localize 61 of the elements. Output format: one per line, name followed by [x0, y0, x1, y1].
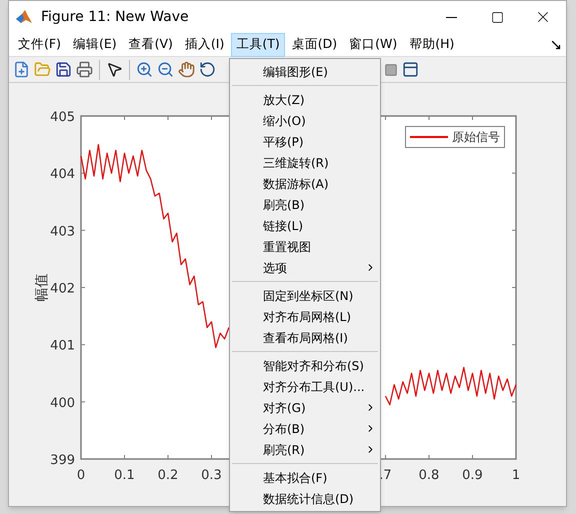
- menu-item[interactable]: 数据游标(A): [230, 173, 380, 194]
- x-tick-label: 0.8: [418, 468, 440, 483]
- menu-bar-item[interactable]: 插入(I): [180, 32, 230, 56]
- y-tick-label: 403: [50, 224, 75, 240]
- undock-icon[interactable]: [550, 38, 562, 50]
- menu-item[interactable]: 对齐分布工具(U)...: [230, 376, 380, 397]
- y-tick-label: 399: [50, 453, 75, 468]
- menu-bar-item[interactable]: 工具(T): [231, 32, 285, 56]
- x-tick-label: 0.2: [158, 468, 178, 483]
- y-tick-label: 404: [50, 167, 75, 182]
- menu-bar-item[interactable]: 窗口(W): [344, 32, 402, 56]
- menu-bar-item[interactable]: 编辑(E): [68, 32, 122, 56]
- menu-item[interactable]: 三维旋转(R): [230, 152, 380, 173]
- square-icon[interactable]: [384, 62, 398, 76]
- menu-item[interactable]: 智能对齐和分布(S): [230, 355, 380, 376]
- new-file-icon[interactable]: [13, 61, 30, 78]
- menu-item[interactable]: 分布(B): [230, 418, 380, 439]
- rotate-icon[interactable]: [199, 61, 216, 78]
- y-tick-label: 401: [50, 338, 75, 354]
- legend-line-icon: [410, 135, 448, 139]
- x-tick-label: .7: [379, 468, 392, 483]
- hand-icon[interactable]: [178, 61, 195, 78]
- y-tick-label: 405: [50, 110, 75, 125]
- menu-item[interactable]: 对齐布局网格(L): [230, 306, 380, 327]
- x-tick-label: 0.9: [462, 468, 483, 483]
- menu-item[interactable]: 数据统计信息(D): [230, 488, 380, 509]
- y-tick-label: 402: [50, 282, 75, 296]
- menu-item[interactable]: 平移(P): [230, 131, 380, 152]
- menu-bar-item[interactable]: 文件(F): [13, 32, 66, 56]
- menu-item[interactable]: 刷亮(R): [230, 439, 380, 460]
- menu-item[interactable]: 查看布局网格(I): [230, 327, 380, 348]
- dock-icon[interactable]: [402, 61, 419, 78]
- pointer-icon[interactable]: [106, 61, 123, 78]
- menu-bar-item[interactable]: 查看(V): [124, 32, 178, 56]
- menu-item[interactable]: 链接(L): [230, 215, 380, 236]
- menu-item[interactable]: 重置视图: [230, 236, 380, 257]
- x-tick-label: 1: [512, 468, 520, 483]
- menu-item[interactable]: 选项: [230, 257, 380, 278]
- x-tick-label: 0.3: [201, 468, 222, 483]
- y-tick-label: 400: [50, 396, 75, 411]
- app-logo-icon: [15, 8, 33, 26]
- menu-item[interactable]: 放大(Z): [230, 89, 380, 110]
- save-icon[interactable]: [55, 61, 72, 78]
- x-tick-label: 0.1: [114, 468, 135, 483]
- minimize-icon: [446, 16, 456, 18]
- legend-label: 原始信号: [452, 129, 500, 146]
- menu-item[interactable]: 刷亮(B): [230, 194, 380, 215]
- window-title: Figure 11: New Wave: [41, 8, 189, 26]
- zoom-in-icon[interactable]: [136, 61, 153, 78]
- maximize-icon: [490, 10, 504, 24]
- zoom-out-icon[interactable]: [157, 61, 174, 78]
- menu-bar-item[interactable]: 桌面(D): [286, 32, 342, 56]
- menu-bar-item[interactable]: 帮助(H): [404, 32, 460, 56]
- menu-item[interactable]: 固定到坐标区(N): [230, 285, 380, 306]
- menu-item[interactable]: 编辑图形(E): [230, 61, 380, 82]
- print-icon[interactable]: [76, 61, 93, 78]
- x-tick-label: 0: [76, 468, 86, 483]
- y-axis-label: 幅值: [34, 274, 50, 302]
- menu-item[interactable]: 基本拟合(F): [230, 467, 380, 488]
- menu-item[interactable]: 缩小(O): [230, 110, 380, 131]
- menu-item[interactable]: 对齐(G): [230, 397, 380, 418]
